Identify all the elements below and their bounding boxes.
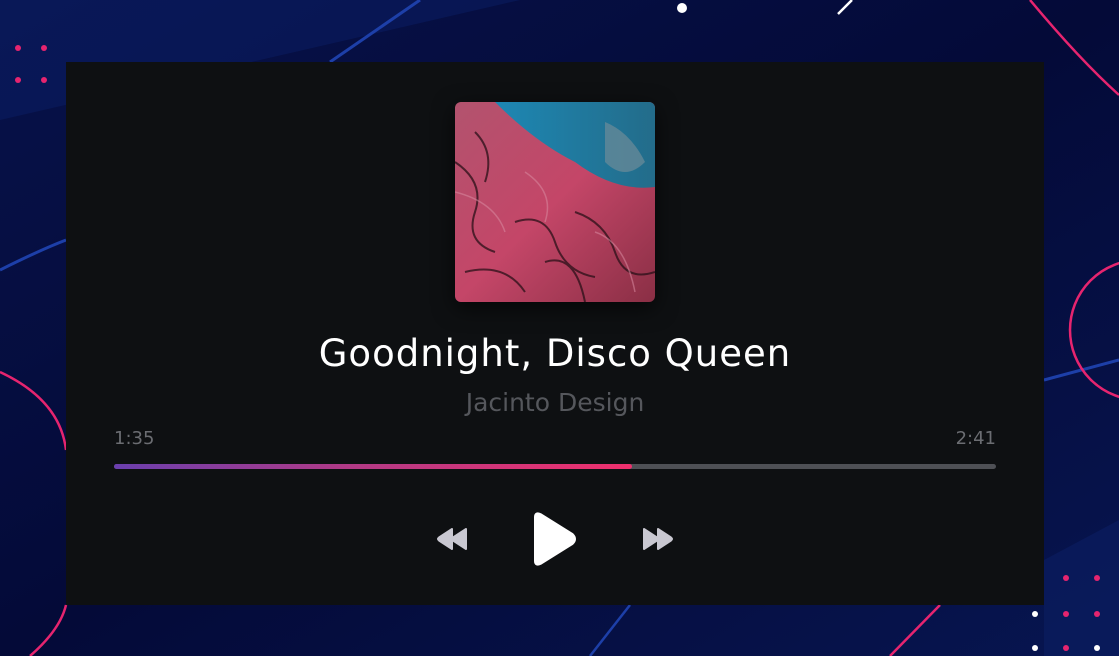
fast-forward-icon	[643, 528, 673, 550]
total-time: 2:41	[955, 428, 996, 449]
current-time: 1:35	[114, 428, 155, 449]
progress-bar[interactable]	[114, 464, 996, 469]
track-artist: Jacinto Design	[465, 388, 645, 417]
fast-forward-button[interactable]	[638, 525, 676, 553]
album-cover	[455, 102, 655, 302]
rewind-icon	[437, 528, 467, 550]
track-title: Goodnight, Disco Queen	[318, 332, 792, 375]
play-button[interactable]	[528, 511, 578, 567]
play-icon	[534, 512, 576, 566]
rewind-button[interactable]	[434, 525, 472, 553]
music-player-card: Goodnight, Disco Queen Jacinto Design 1:…	[66, 62, 1044, 605]
progress-fill	[114, 464, 632, 469]
